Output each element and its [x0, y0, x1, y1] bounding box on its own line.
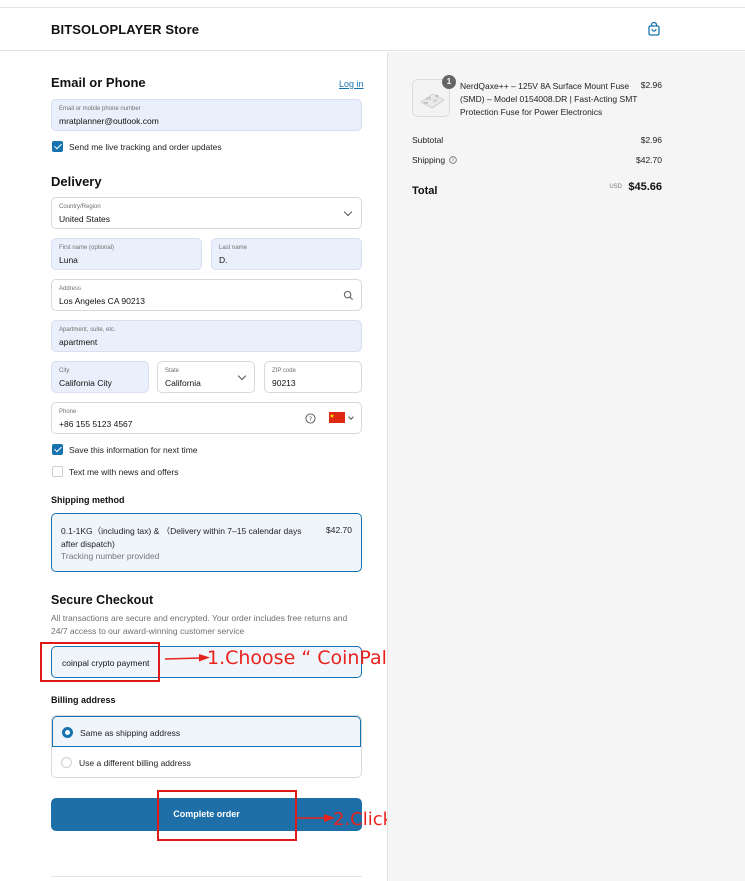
bottom-divider: [51, 876, 362, 877]
country-value: United States: [59, 214, 111, 224]
total-value: $45.66: [628, 181, 662, 193]
zip-value: 90213: [272, 378, 296, 388]
last-name-field[interactable]: Last name D.: [211, 238, 362, 270]
save-info-checkbox[interactable]: [52, 444, 63, 455]
header: BITSOLOPLAYER Store: [0, 8, 745, 51]
address-label: Address: [59, 286, 82, 292]
billing-option-same-label: Same as shipping address: [80, 728, 181, 738]
annotation-arrow-1: [164, 654, 210, 662]
subtotal-row: Subtotal $2.96: [412, 135, 662, 145]
order-summary: 1 NerdQaxe++ – 125V 8A Surface Mount Fus…: [387, 52, 745, 881]
store-name[interactable]: BITSOLOPLAYER Store: [51, 22, 199, 37]
shipping-option-description: 0.1-1KG（including tax) & （Delivery withi…: [61, 526, 302, 549]
billing-options: Same as shipping address Use a different…: [51, 715, 362, 778]
secure-checkout-description: All transactions are secure and encrypte…: [51, 613, 348, 636]
product-name: NerdQaxe++ – 125V 8A Surface Mount Fuse …: [460, 81, 638, 117]
shipping-method-title: Shipping method: [51, 495, 125, 505]
text-offers-checkbox[interactable]: [52, 466, 63, 477]
email-field[interactable]: Email or mobile phone number mratplanner…: [51, 99, 362, 131]
state-value: California: [165, 378, 201, 388]
phone-label: Phone: [59, 409, 77, 415]
shipping-row: Shipping ? $42.70: [412, 155, 662, 165]
tracking-checkbox[interactable]: [52, 141, 63, 152]
first-name-field[interactable]: First name (optional) Luna: [51, 238, 202, 270]
shopping-bag-icon[interactable]: [646, 21, 662, 37]
login-link[interactable]: Log in: [339, 79, 364, 89]
address-field[interactable]: Address Los Angeles CA 90213: [51, 279, 362, 311]
zip-field[interactable]: ZIP code 90213: [264, 361, 362, 393]
zip-label: ZIP code: [272, 368, 296, 374]
svg-text:?: ?: [309, 415, 312, 423]
first-name-value: Luna: [59, 255, 78, 265]
address-value: Los Angeles CA 90213: [59, 296, 146, 306]
chevron-down-icon: [237, 371, 247, 381]
billing-option-different-label: Use a different billing address: [79, 758, 191, 768]
quantity-badge: 1: [442, 75, 456, 89]
last-name-value: D.: [219, 255, 228, 265]
shipping-option-subtext: Tracking number provided: [61, 551, 160, 561]
phone-value: +86 155 5123 4567: [59, 419, 133, 429]
radio-selected[interactable]: [62, 727, 73, 738]
delivery-title: Delivery: [51, 174, 102, 189]
country-select[interactable]: Country/Region United States: [51, 197, 362, 229]
chevron-down-icon: [343, 207, 353, 217]
shipping-value: $42.70: [636, 155, 662, 165]
email-field-label: Email or mobile phone number: [59, 106, 141, 112]
billing-option-different[interactable]: Use a different billing address: [52, 747, 361, 777]
subtotal-value: $2.96: [640, 135, 662, 145]
apartment-label: Apartment, suite, etc.: [59, 327, 116, 333]
state-label: State: [165, 368, 180, 374]
city-label: City: [59, 368, 70, 374]
help-icon[interactable]: ?: [449, 156, 458, 164]
help-icon[interactable]: ?: [305, 413, 316, 424]
state-select[interactable]: State California: [157, 361, 255, 393]
country-label: Country/Region: [59, 204, 101, 210]
total-row: Total USD $45.66: [412, 181, 662, 199]
search-icon[interactable]: [343, 290, 354, 301]
save-info-label: Save this information for next time: [69, 445, 198, 455]
city-field[interactable]: City California City: [51, 361, 149, 393]
annotation-arrow-2: [297, 814, 335, 822]
tracking-checkbox-label: Send me live tracking and order updates: [69, 142, 222, 152]
contact-title: Email or Phone: [51, 75, 146, 90]
text-offers-label: Text me with news and offers: [69, 467, 179, 477]
apartment-field[interactable]: Apartment, suite, etc. apartment: [51, 320, 362, 352]
total-label: Total: [412, 185, 438, 197]
last-name-label: Last name: [219, 245, 248, 251]
billing-address-title: Billing address: [51, 695, 116, 705]
total-currency: USD: [609, 184, 622, 190]
annotation-highlight-complete: [157, 790, 297, 841]
shipping-option[interactable]: 0.1-1KG（including tax) & （Delivery withi…: [51, 513, 362, 572]
phone-field[interactable]: Phone +86 155 5123 4567 ?: [51, 402, 362, 434]
chevron-down-icon: [348, 414, 354, 420]
apartment-value: apartment: [59, 337, 98, 347]
shipping-label: Shipping: [412, 155, 446, 165]
subtotal-label: Subtotal: [412, 135, 444, 145]
email-field-value: mratplanner@outlook.com: [59, 116, 159, 126]
billing-option-same[interactable]: Same as shipping address: [52, 716, 361, 747]
product-price: $2.96: [640, 80, 662, 90]
radio-unselected[interactable]: [61, 757, 72, 768]
city-value: California City: [59, 378, 112, 388]
secure-checkout-title: Secure Checkout: [51, 593, 154, 607]
shipping-option-price: $42.70: [326, 525, 352, 535]
china-flag-icon[interactable]: [329, 412, 345, 423]
first-name-label: First name (optional): [59, 245, 115, 251]
annotation-highlight-payment: [40, 642, 160, 682]
